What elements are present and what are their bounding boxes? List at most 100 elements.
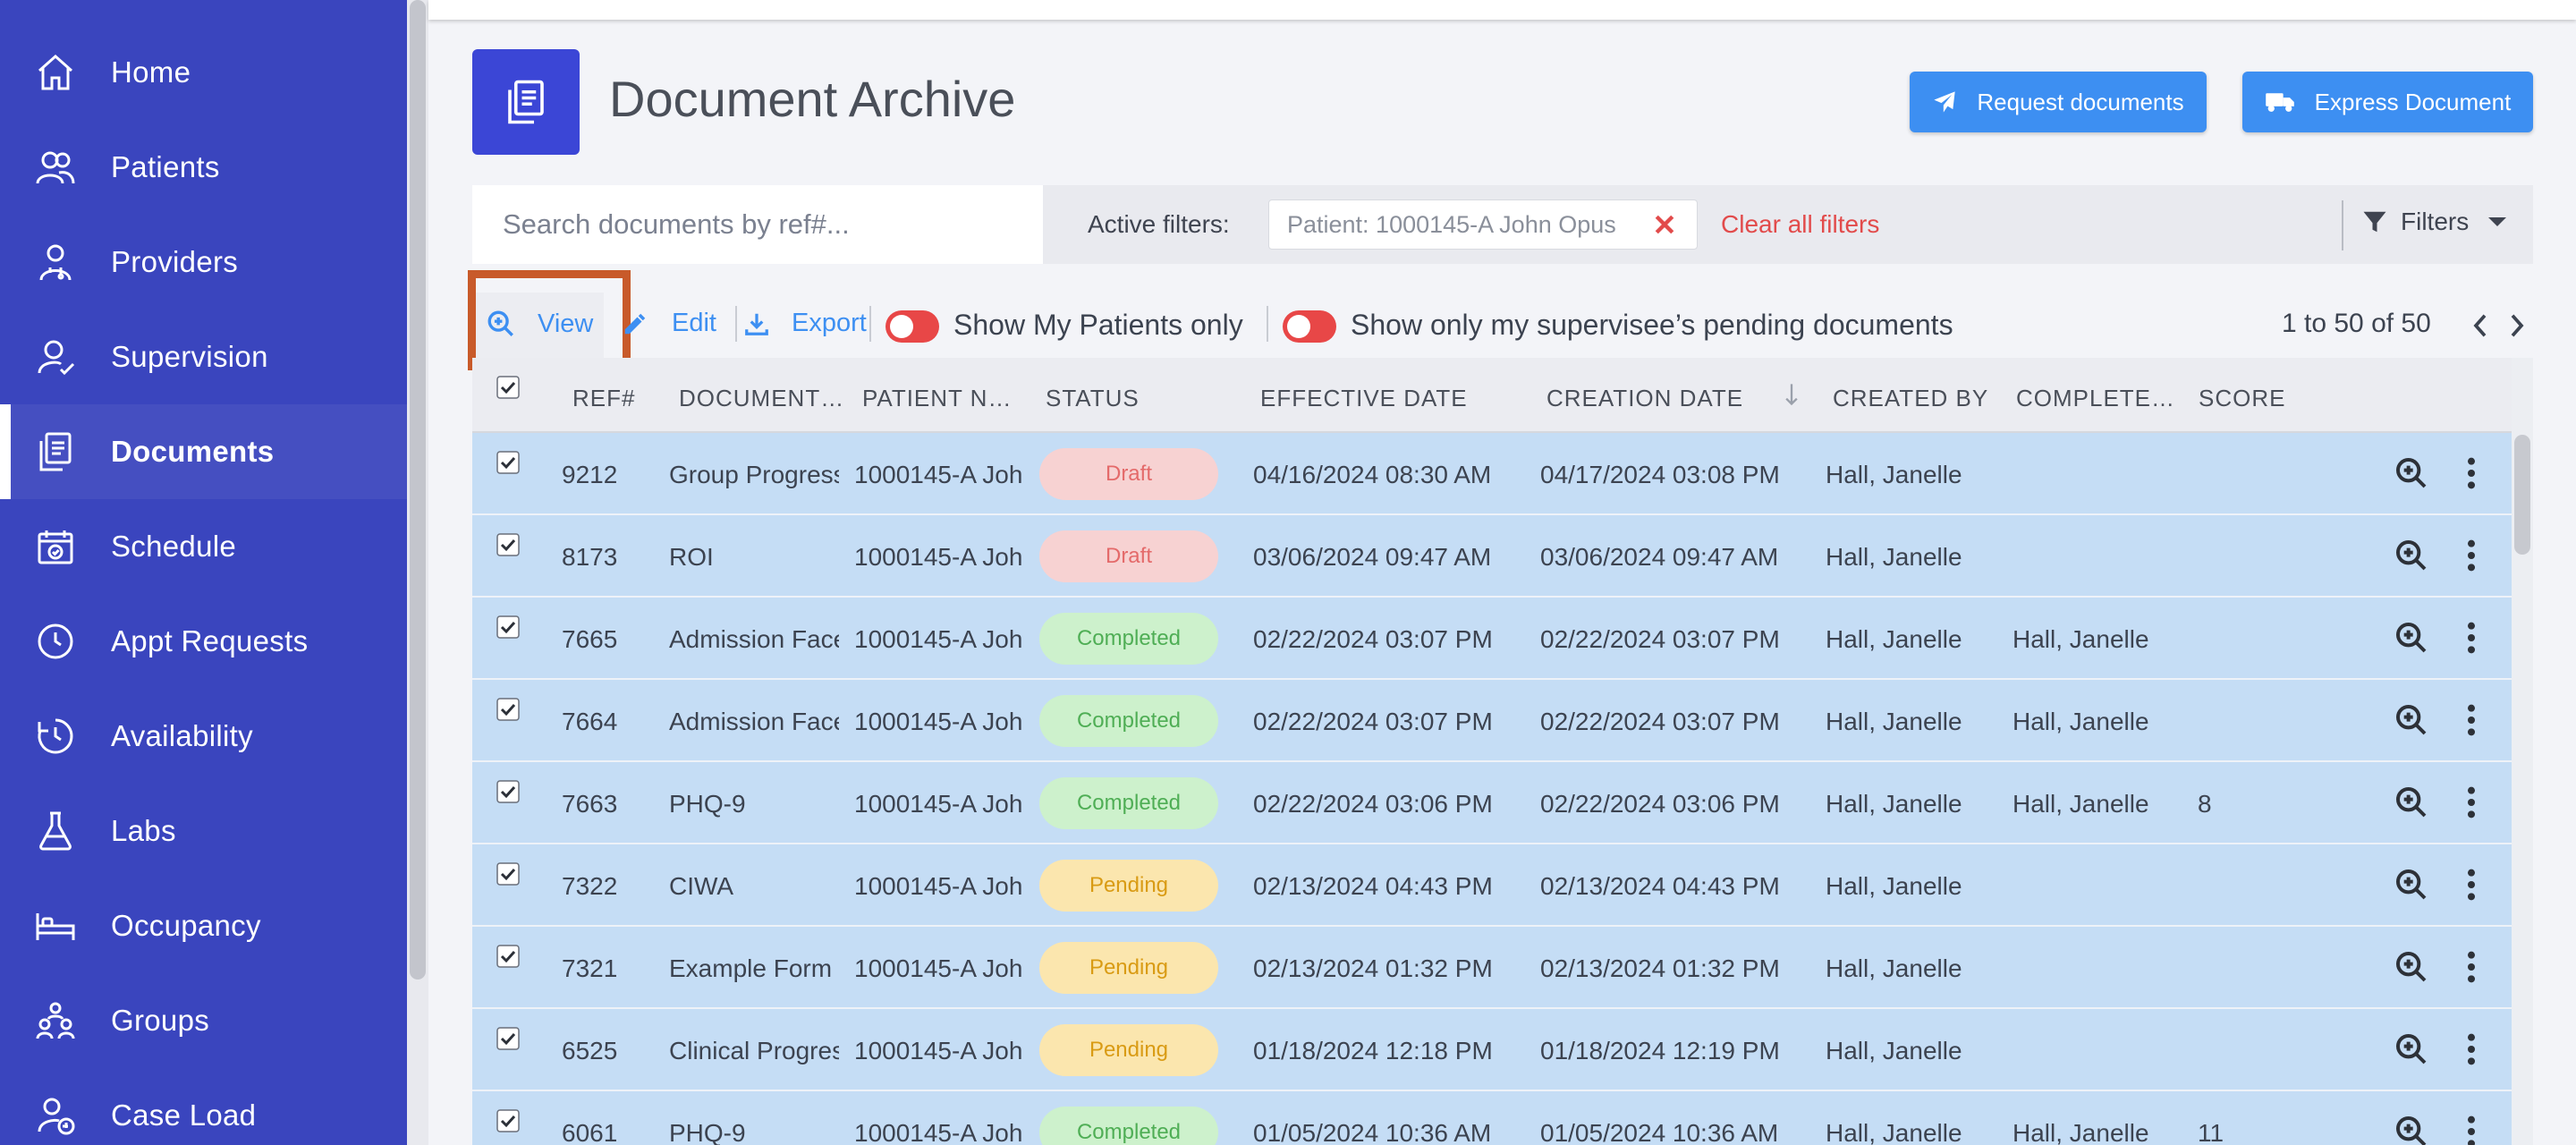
cell-patient: 1000145-A Joh bbox=[854, 461, 1023, 488]
cell-ref: 7663 bbox=[562, 790, 618, 818]
sidebar-item-label: Patients bbox=[111, 150, 220, 183]
row-checkbox[interactable] bbox=[496, 615, 520, 639]
row-checkbox[interactable] bbox=[496, 780, 520, 803]
express-document-button[interactable]: Express Document bbox=[2242, 72, 2533, 132]
zoom-in-icon[interactable] bbox=[2394, 1114, 2429, 1145]
column-header-effective-date[interactable]: EFFECTIVE DATE bbox=[1260, 385, 1468, 412]
truck-icon bbox=[2265, 93, 2294, 112]
column-header-score[interactable]: SCORE bbox=[2199, 385, 2285, 412]
sort-down-icon[interactable] bbox=[1783, 382, 1801, 407]
row-checkbox[interactable] bbox=[496, 862, 520, 886]
search-input[interactable] bbox=[472, 185, 1043, 264]
chevron-right-icon[interactable] bbox=[2507, 312, 2527, 339]
zoom-in-icon[interactable] bbox=[2394, 538, 2429, 573]
sidebar-item-case-load[interactable]: Case Load bbox=[0, 1068, 407, 1145]
page-icon bbox=[472, 49, 580, 155]
more-vertical-icon[interactable] bbox=[2453, 620, 2489, 656]
pencil-icon bbox=[624, 313, 646, 334]
zoom-in-icon[interactable] bbox=[2394, 620, 2429, 656]
caseload-icon bbox=[38, 1098, 75, 1135]
cell-created-by: Hall, Janelle bbox=[1826, 625, 1962, 653]
toggle-supervisee-label: Show only my supervisee’s pending docume… bbox=[1351, 309, 1953, 341]
row-checkbox[interactable] bbox=[496, 1109, 520, 1132]
cell-document: Group Progress bbox=[669, 461, 839, 488]
column-header-document[interactable]: DOCUMENT… bbox=[679, 385, 844, 412]
cell-document: Example Form bbox=[669, 954, 833, 982]
zoom-in-icon[interactable] bbox=[2394, 1031, 2429, 1067]
column-header-created-by[interactable]: CREATED BY bbox=[1833, 385, 1988, 412]
filters-button-label: Filters bbox=[2401, 208, 2470, 235]
table-scrollbar-thumb[interactable] bbox=[2514, 435, 2530, 555]
flask-icon bbox=[39, 811, 72, 851]
toggle-my-patients[interactable] bbox=[886, 310, 939, 343]
cell-completed-by: Hall, Janelle bbox=[2012, 625, 2149, 653]
zoom-in-icon[interactable] bbox=[2394, 785, 2429, 820]
cell-effective-date: 02/22/2024 03:07 PM bbox=[1253, 708, 1493, 735]
clock-icon bbox=[38, 623, 73, 659]
bed-icon bbox=[36, 913, 75, 940]
zoom-in-icon[interactable] bbox=[2394, 867, 2429, 903]
edit-button[interactable]: Edit bbox=[622, 309, 716, 338]
column-header-patient[interactable]: PATIENT N… bbox=[862, 385, 1012, 412]
filters-dropdown-button[interactable]: Filters bbox=[2361, 208, 2507, 236]
more-vertical-icon[interactable] bbox=[2453, 702, 2489, 738]
sidebar-item-labs[interactable]: Labs bbox=[0, 784, 407, 878]
more-vertical-icon[interactable] bbox=[2453, 949, 2489, 985]
sidebar-item-providers[interactable]: Providers bbox=[0, 215, 407, 310]
more-vertical-icon[interactable] bbox=[2453, 1031, 2489, 1067]
divider bbox=[1267, 306, 1268, 342]
sidebar-item-schedule[interactable]: Schedule bbox=[0, 499, 407, 594]
more-vertical-icon[interactable] bbox=[2453, 455, 2489, 491]
request-documents-button[interactable]: Request documents bbox=[1910, 72, 2207, 132]
status-badge: Draft bbox=[1039, 448, 1218, 500]
sidebar-scrollbar-thumb[interactable] bbox=[410, 0, 426, 980]
column-header-status[interactable]: STATUS bbox=[1046, 385, 1140, 412]
sidebar-item-patients[interactable]: Patients bbox=[0, 120, 407, 215]
close-icon[interactable] bbox=[1651, 211, 1678, 238]
sidebar-item-appt-requests[interactable]: Appt Requests bbox=[0, 594, 407, 689]
sidebar-item-occupancy[interactable]: Occupancy bbox=[0, 878, 407, 973]
sidebar-item-label: Documents bbox=[111, 435, 275, 468]
more-vertical-icon[interactable] bbox=[2453, 867, 2489, 903]
export-label: Export bbox=[792, 309, 867, 337]
cell-completed-by: Hall, Janelle bbox=[2012, 708, 2149, 735]
more-vertical-icon[interactable] bbox=[2453, 538, 2489, 573]
zoom-in-icon[interactable] bbox=[2394, 455, 2429, 491]
sidebar-item-documents[interactable]: Documents bbox=[0, 404, 407, 499]
export-button[interactable]: Export bbox=[743, 309, 867, 338]
row-checkbox[interactable] bbox=[496, 533, 520, 556]
zoom-in-icon[interactable] bbox=[2394, 702, 2429, 738]
sidebar: Home Patients Providers Supervision Docu… bbox=[0, 0, 407, 1145]
providers-icon bbox=[39, 244, 72, 281]
clear-all-filters-link[interactable]: Clear all filters bbox=[1721, 210, 1879, 239]
cell-document: PHQ-9 bbox=[669, 790, 746, 818]
cell-ref: 7322 bbox=[562, 872, 618, 900]
sidebar-item-label: Appt Requests bbox=[111, 624, 309, 657]
cell-effective-date: 02/13/2024 04:43 PM bbox=[1253, 872, 1493, 900]
cell-score: 11 bbox=[2198, 1119, 2224, 1145]
column-header-ref[interactable]: REF# bbox=[572, 385, 635, 412]
chevron-left-icon[interactable] bbox=[2470, 312, 2490, 339]
row-checkbox[interactable] bbox=[496, 1027, 520, 1050]
sidebar-item-home[interactable]: Home bbox=[0, 25, 407, 120]
sidebar-item-availability[interactable]: Availability bbox=[0, 689, 407, 784]
cell-ref: 7321 bbox=[562, 954, 618, 982]
column-header-creation-date[interactable]: CREATION DATE bbox=[1546, 385, 1743, 412]
zoom-in-icon[interactable] bbox=[2394, 949, 2429, 985]
select-all-checkbox[interactable] bbox=[496, 376, 520, 399]
cell-effective-date: 02/22/2024 03:06 PM bbox=[1253, 790, 1493, 818]
sidebar-item-groups[interactable]: Groups bbox=[0, 973, 407, 1068]
more-vertical-icon[interactable] bbox=[2453, 1114, 2489, 1145]
status-badge: Completed bbox=[1039, 1107, 1218, 1145]
row-checkbox[interactable] bbox=[496, 945, 520, 968]
column-header-completed-by[interactable]: COMPLETE… bbox=[2016, 385, 2175, 412]
row-checkbox[interactable] bbox=[496, 451, 520, 474]
toggle-supervisee-pending[interactable] bbox=[1283, 310, 1336, 343]
cell-ref: 6061 bbox=[562, 1119, 618, 1145]
groups-icon bbox=[36, 1002, 75, 1039]
sidebar-item-supervision[interactable]: Supervision bbox=[0, 310, 407, 404]
cell-ref: 6525 bbox=[562, 1037, 618, 1064]
request-documents-label: Request documents bbox=[1977, 88, 2184, 115]
more-vertical-icon[interactable] bbox=[2453, 785, 2489, 820]
row-checkbox[interactable] bbox=[496, 698, 520, 721]
